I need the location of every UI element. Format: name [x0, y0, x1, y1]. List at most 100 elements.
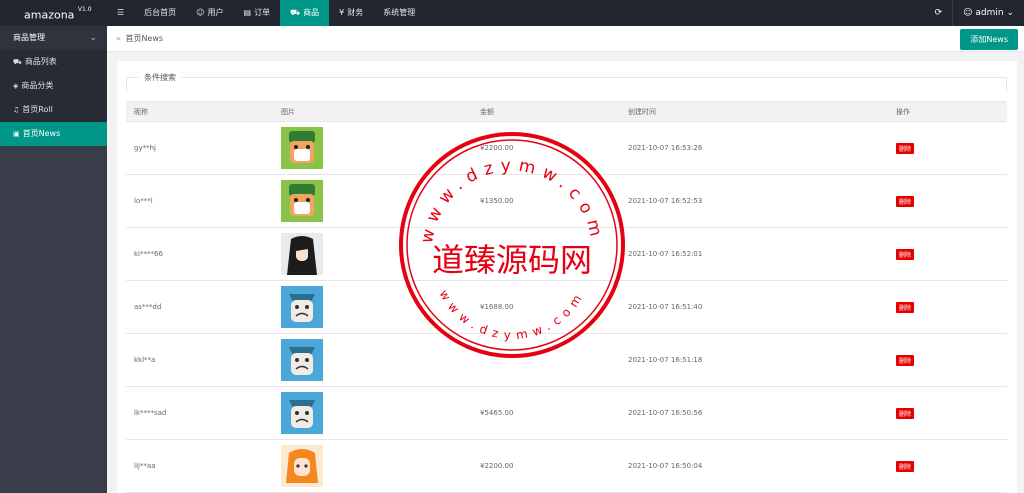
col-nickname[interactable]: 昵称 — [126, 101, 273, 122]
nav-users[interactable]: ☺ 用户 — [186, 0, 233, 26]
news-thumbnail[interactable] — [281, 180, 323, 222]
cell-created-time: 2021-10-07 16:50:56 — [620, 386, 888, 440]
news-thumbnail[interactable] — [281, 339, 323, 381]
news-thumbnail[interactable] — [281, 127, 323, 169]
search-fieldset: 条件搜索 — [126, 72, 1007, 92]
nav-system-label: 系统管理 — [383, 8, 416, 17]
cell-nickname: lk****sad — [126, 386, 273, 440]
sidebar-item-categories[interactable]: ◈ 商品分类 — [0, 74, 107, 98]
cell-image — [273, 439, 472, 493]
cell-image — [273, 227, 472, 281]
sidebar-item-label: 首页News — [22, 129, 61, 138]
nav-system[interactable]: 系统管理 — [373, 0, 425, 26]
col-image[interactable]: 图片 — [273, 101, 472, 122]
cell-created-time: 2021-10-07 16:51:18 — [620, 333, 888, 387]
news-icon: ▣ — [13, 130, 20, 138]
top-right-tools: ⟳ ☺ admin ⌄ — [925, 0, 1024, 26]
cell-action: 删除 — [888, 174, 1007, 228]
user-name: admin — [975, 8, 1004, 18]
cell-nickname: lo***l — [126, 174, 273, 228]
cell-action: 删除 — [888, 333, 1007, 387]
table-row: gy**hj ¥2200.00 2021-10-07 16:53:26 删除 — [126, 121, 1007, 175]
cell-action: 删除 — [888, 439, 1007, 493]
delete-button[interactable]: 删除 — [896, 301, 915, 313]
user-icon: ☺ — [963, 8, 976, 18]
col-action: 操作 — [888, 101, 1007, 122]
cell-action: 删除 — [888, 280, 1007, 334]
cell-amount: ¥2200.00 — [472, 121, 620, 175]
sidebar: 商品管理 ⌄ ⛟ 商品列表 ◈ 商品分类 ♫ 首页Roll ▣ 首页News — [0, 26, 107, 493]
app-version: V1.0 — [77, 6, 92, 13]
cell-nickname: gy**hj — [126, 121, 273, 175]
delete-button[interactable]: 删除 — [896, 354, 915, 366]
cell-created-time: 2021-10-07 16:52:53 — [620, 174, 888, 228]
delete-button[interactable]: 删除 — [896, 248, 915, 260]
breadcrumb: » 首页News — [116, 26, 163, 52]
delete-button[interactable]: 删除 — [896, 407, 915, 419]
cell-nickname: kkl**a — [126, 333, 273, 387]
table-row: lIj**aa ¥2200.00 2021-10-07 16:50:04 删除 — [126, 439, 1007, 493]
content-panel: 条件搜索 昵称 图片 金额 创建时间 操作 gy**hj ¥2200.00 2021… — [117, 61, 1017, 493]
news-thumbnail[interactable] — [281, 392, 323, 434]
user-menu[interactable]: ☺ admin ⌄ — [952, 0, 1024, 26]
col-amount[interactable]: 金额 — [472, 101, 620, 122]
cell-nickname: ki****66 — [126, 227, 273, 281]
cell-action: 删除 — [888, 227, 1007, 281]
yen-icon: ¥ — [339, 8, 345, 17]
breadcrumb-current[interactable]: 首页News — [125, 34, 163, 43]
sidebar-item-product-list[interactable]: ⛟ 商品列表 — [0, 50, 107, 74]
cell-amount: ¥1688.00 — [472, 280, 620, 334]
breadcrumb-bar: » 首页News 添加News — [107, 26, 1024, 52]
nav-dashboard[interactable]: 后台首页 — [134, 0, 186, 26]
cell-amount — [472, 333, 620, 387]
sidebar-group-products[interactable]: 商品管理 ⌄ — [0, 26, 107, 50]
menu-icon: ☰ — [117, 8, 125, 17]
delete-button[interactable]: 删除 — [896, 195, 915, 207]
delete-button[interactable]: 删除 — [896, 142, 915, 154]
cell-image — [273, 386, 472, 440]
nav-products[interactable]: ⛟ 商品 — [280, 0, 330, 26]
nav-orders[interactable]: ▤ 订单 — [234, 0, 281, 26]
sidebar-item-label: 首页Roll — [22, 105, 53, 114]
sidebar-item-news[interactable]: ▣ 首页News — [0, 122, 107, 146]
cell-created-time: 2021-10-07 16:50:04 — [620, 439, 888, 493]
nav-products-label: 商品 — [303, 8, 320, 17]
cell-created-time: 2021-10-07 16:51:40 — [620, 280, 888, 334]
add-news-button[interactable]: 添加News — [960, 29, 1018, 50]
layers-icon: ◈ — [13, 82, 19, 90]
table-row: as***dd ¥1688.00 2021-10-07 16:51:40 删除 — [126, 280, 1007, 334]
cell-nickname: as***dd — [126, 280, 273, 334]
cell-action: 删除 — [888, 121, 1007, 175]
news-thumbnail[interactable] — [281, 233, 323, 275]
table-row: lk****sad ¥5465.00 2021-10-07 16:50:56 删除 — [126, 386, 1007, 440]
cell-amount: ¥2200.00 — [472, 439, 620, 493]
search-legend: 条件搜索 — [138, 72, 182, 83]
refresh-button[interactable]: ⟳ — [925, 0, 953, 26]
cell-created-time: 2021-10-07 16:52:01 — [620, 227, 888, 281]
cell-nickname: lIj**aa — [126, 439, 273, 493]
delete-button[interactable]: 删除 — [896, 460, 915, 472]
top-nav: ☰ 后台首页 ☺ 用户 ▤ 订单 ⛟ 商品 ¥ 财务 系统管理 — [107, 0, 425, 26]
double-chevron-icon: » — [116, 34, 121, 43]
nav-finance[interactable]: ¥ 财务 — [329, 0, 373, 26]
sidebar-group-label: 商品管理 — [13, 33, 45, 42]
menu-toggle-button[interactable]: ☰ — [107, 0, 134, 26]
cell-image — [273, 174, 472, 228]
app-logo[interactable]: amazona V1.0 — [0, 0, 107, 26]
cart-icon: ⛟ — [290, 8, 301, 17]
sidebar-item-label: 商品列表 — [24, 57, 57, 66]
col-created-time[interactable]: 创建时间 — [620, 101, 888, 122]
file-icon: ▤ — [243, 8, 252, 17]
cell-image — [273, 280, 472, 334]
sidebar-item-roll[interactable]: ♫ 首页Roll — [0, 98, 107, 122]
chevron-up-icon: ⌄ — [89, 33, 97, 43]
news-thumbnail[interactable] — [281, 286, 323, 328]
table-row: lo***l ¥1350.00 2021-10-07 16:52:53 删除 — [126, 174, 1007, 228]
news-thumbnail[interactable] — [281, 445, 323, 487]
cell-amount: ¥1350.00 — [472, 174, 620, 228]
sidebar-item-label: 商品分类 — [21, 81, 54, 90]
chevron-down-icon: ⌄ — [1006, 8, 1014, 18]
cell-action: 删除 — [888, 386, 1007, 440]
cart-icon: ⛟ — [13, 58, 22, 66]
table-row: ki****66 2021-10-07 16:52:01 删除 — [126, 227, 1007, 281]
